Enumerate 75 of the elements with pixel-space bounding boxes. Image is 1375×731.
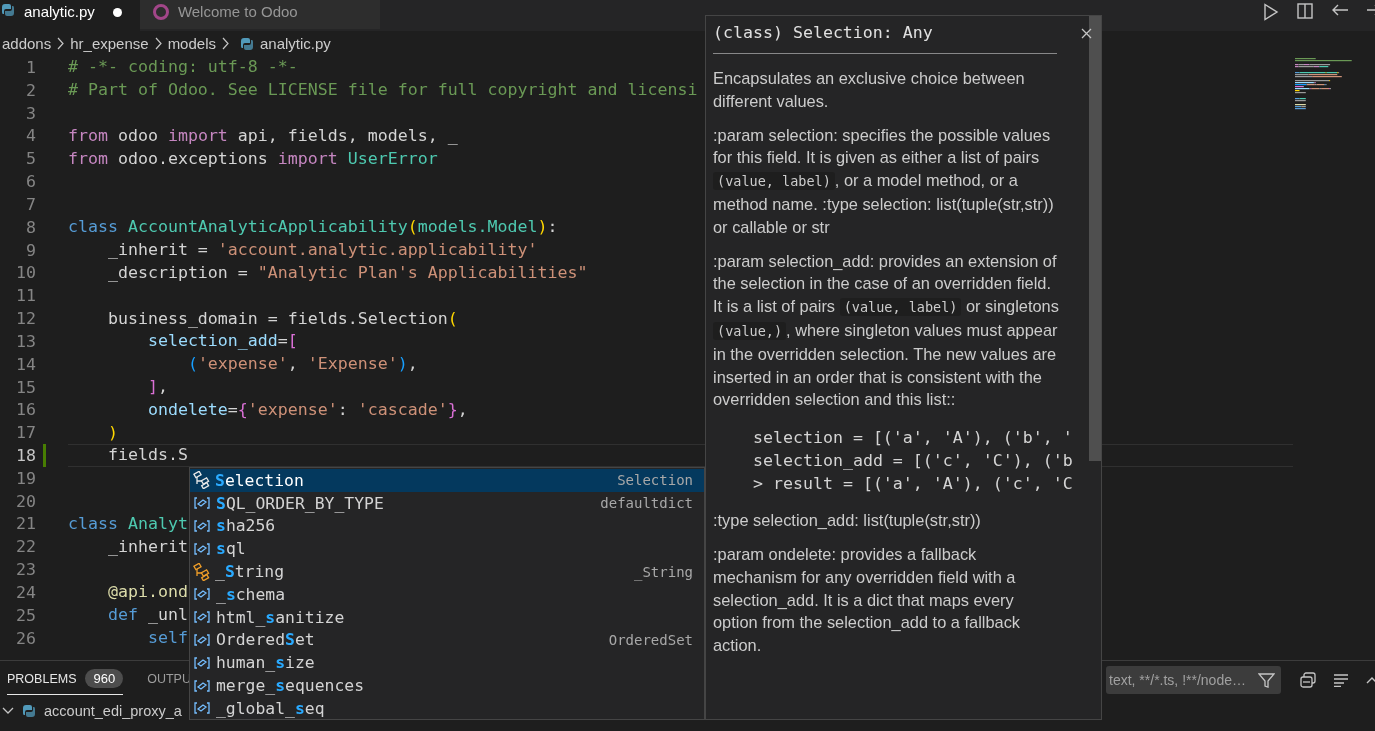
code-line: def _unl bbox=[106, 605, 188, 626]
suggestion-item[interactable]: _schema bbox=[190, 583, 704, 606]
editor-tab[interactable]: analytic.py bbox=[0, 0, 140, 31]
line-number: 19 bbox=[15, 468, 36, 488]
line-number: 9 bbox=[25, 240, 36, 260]
code-example-line: selection_add = [('c', 'C'), ('b bbox=[753, 450, 1073, 473]
line-number: 13 bbox=[15, 331, 36, 351]
doc-paragraph: :param ondelete: provides a fallback mechanism for any overridden field with a selection_add. It is a dict that maps every option from the selection_add to a fallback action. bbox=[713, 543, 1022, 657]
hover-title: (class) Selection: Any bbox=[713, 22, 934, 44]
breadcrumb-item[interactable]: addons bbox=[2, 35, 52, 52]
doc-paragraph: :param selection_add: provides an extension of the selection in the case of an overridden field. It is a list of pairs (value, label) or singletons (value,) , where singleton values must appear in the overridden selection. The new values are inserted in an order that is consistent with the overridden selection and this list:: bbox=[713, 250, 1060, 411]
line-number: 26 bbox=[15, 628, 36, 648]
tree-item[interactable]: account_edi_proxy_a bbox=[44, 703, 182, 719]
code-example-line: > result = [('a', 'A'), ('c', 'C bbox=[753, 473, 1073, 496]
code-line: class Analyt bbox=[68, 513, 188, 534]
code-line: ('expense', 'Expense'), bbox=[186, 354, 418, 375]
code-line: business_domain = fields.Selection( bbox=[106, 308, 458, 329]
line-number: 10 bbox=[15, 263, 36, 283]
line-number: 7 bbox=[25, 194, 36, 214]
code-line: self bbox=[146, 628, 188, 649]
editor-tab[interactable]: Welcome to Odoo bbox=[139, 0, 380, 29]
line-number: 21 bbox=[15, 514, 36, 534]
line-number: 24 bbox=[15, 582, 36, 602]
suggestion-item[interactable]: Selection Selection bbox=[190, 469, 704, 492]
suggestion-item[interactable]: _String _String bbox=[190, 560, 704, 583]
code-line: selection_add=[ bbox=[146, 331, 298, 352]
line-number: 1 bbox=[25, 57, 36, 77]
line-number: 20 bbox=[15, 491, 36, 511]
line-number: 3 bbox=[25, 103, 36, 123]
line-number: 16 bbox=[15, 400, 36, 420]
doc-paragraph: :type selection_add: list(tuple(str,str)) bbox=[713, 510, 982, 532]
suggestion-item[interactable]: OrderedSet OrderedSet bbox=[190, 628, 704, 652]
code-line: _inherit bbox=[106, 536, 188, 557]
code-example-line: selection = [('a', 'A'), ('b', ' bbox=[753, 427, 1073, 450]
suggestion-item[interactable]: _global_seq bbox=[190, 696, 704, 720]
code-line: ], bbox=[146, 377, 168, 397]
line-number: 12 bbox=[15, 309, 36, 328]
code-line: class AccountAnalyticApplicability(models.Model): bbox=[68, 217, 558, 238]
code-line: @api.ond bbox=[106, 582, 188, 603]
suggestion-item[interactable]: sha256 bbox=[190, 514, 704, 538]
suggestion-item[interactable]: sql bbox=[190, 537, 704, 561]
suggestion-item[interactable]: SQL_ORDER_BY_TYPE defaultdict bbox=[190, 491, 704, 515]
suggestion-item[interactable]: human_size bbox=[190, 651, 704, 675]
doc-paragraph: Encapsulates an exclusive choice between different values. bbox=[713, 68, 1026, 112]
code-line: _description = "Analytic Plan's Applicabilities" bbox=[106, 262, 588, 283]
suggestion-item[interactable]: html_sanitize bbox=[190, 605, 704, 629]
line-number: 14 bbox=[15, 354, 36, 374]
doc-paragraph: :param selection: specifies the possible values for this field. It is given as either a list of pairs (value, label) , or a model method, or a method name. :type selection: list(tuple(str,str)) or callable or str bbox=[713, 124, 1055, 238]
line-number: 6 bbox=[25, 172, 36, 192]
line-number: 23 bbox=[15, 560, 36, 580]
panel-tab[interactable]: PROBLEMS 960 bbox=[7, 661, 124, 695]
line-number: 5 bbox=[25, 149, 36, 169]
code-line: ) bbox=[106, 422, 118, 443]
filter-field[interactable]: text, **/*.ts, !**/node… bbox=[1106, 666, 1281, 694]
code-line: # -*- coding: utf-8 -*- bbox=[68, 57, 298, 78]
line-number: 4 bbox=[25, 126, 36, 146]
code-line: ondelete={'expense': 'cascade'}, bbox=[146, 399, 468, 420]
line-number: 22 bbox=[15, 537, 36, 557]
line-number: 8 bbox=[25, 217, 36, 237]
suggestion-item[interactable]: merge_sequences bbox=[190, 674, 704, 697]
line-number: 15 bbox=[15, 377, 36, 397]
line-number: 18 bbox=[15, 446, 36, 465]
breadcrumb-item[interactable]: models bbox=[167, 35, 216, 52]
code-line: # Part of Odoo. See LICENSE file for full copyright and licensi bbox=[68, 80, 698, 101]
count-badge: 960 bbox=[85, 669, 124, 688]
breadcrumb-item[interactable]: analytic.py bbox=[260, 35, 331, 52]
code-line: fields.S bbox=[106, 445, 188, 466]
line-number: 25 bbox=[15, 605, 36, 625]
breadcrumb-item[interactable]: hr_expense bbox=[70, 35, 149, 52]
line-number: 2 bbox=[25, 80, 36, 100]
code-line: _inherit = 'account.analytic.applicability' bbox=[106, 240, 538, 261]
line-number: 11 bbox=[15, 286, 36, 306]
line-number: 17 bbox=[15, 423, 36, 443]
code-line: from odoo.exceptions import UserError bbox=[68, 148, 438, 169]
code-line: from odoo import api, fields, models, _ bbox=[68, 125, 458, 146]
